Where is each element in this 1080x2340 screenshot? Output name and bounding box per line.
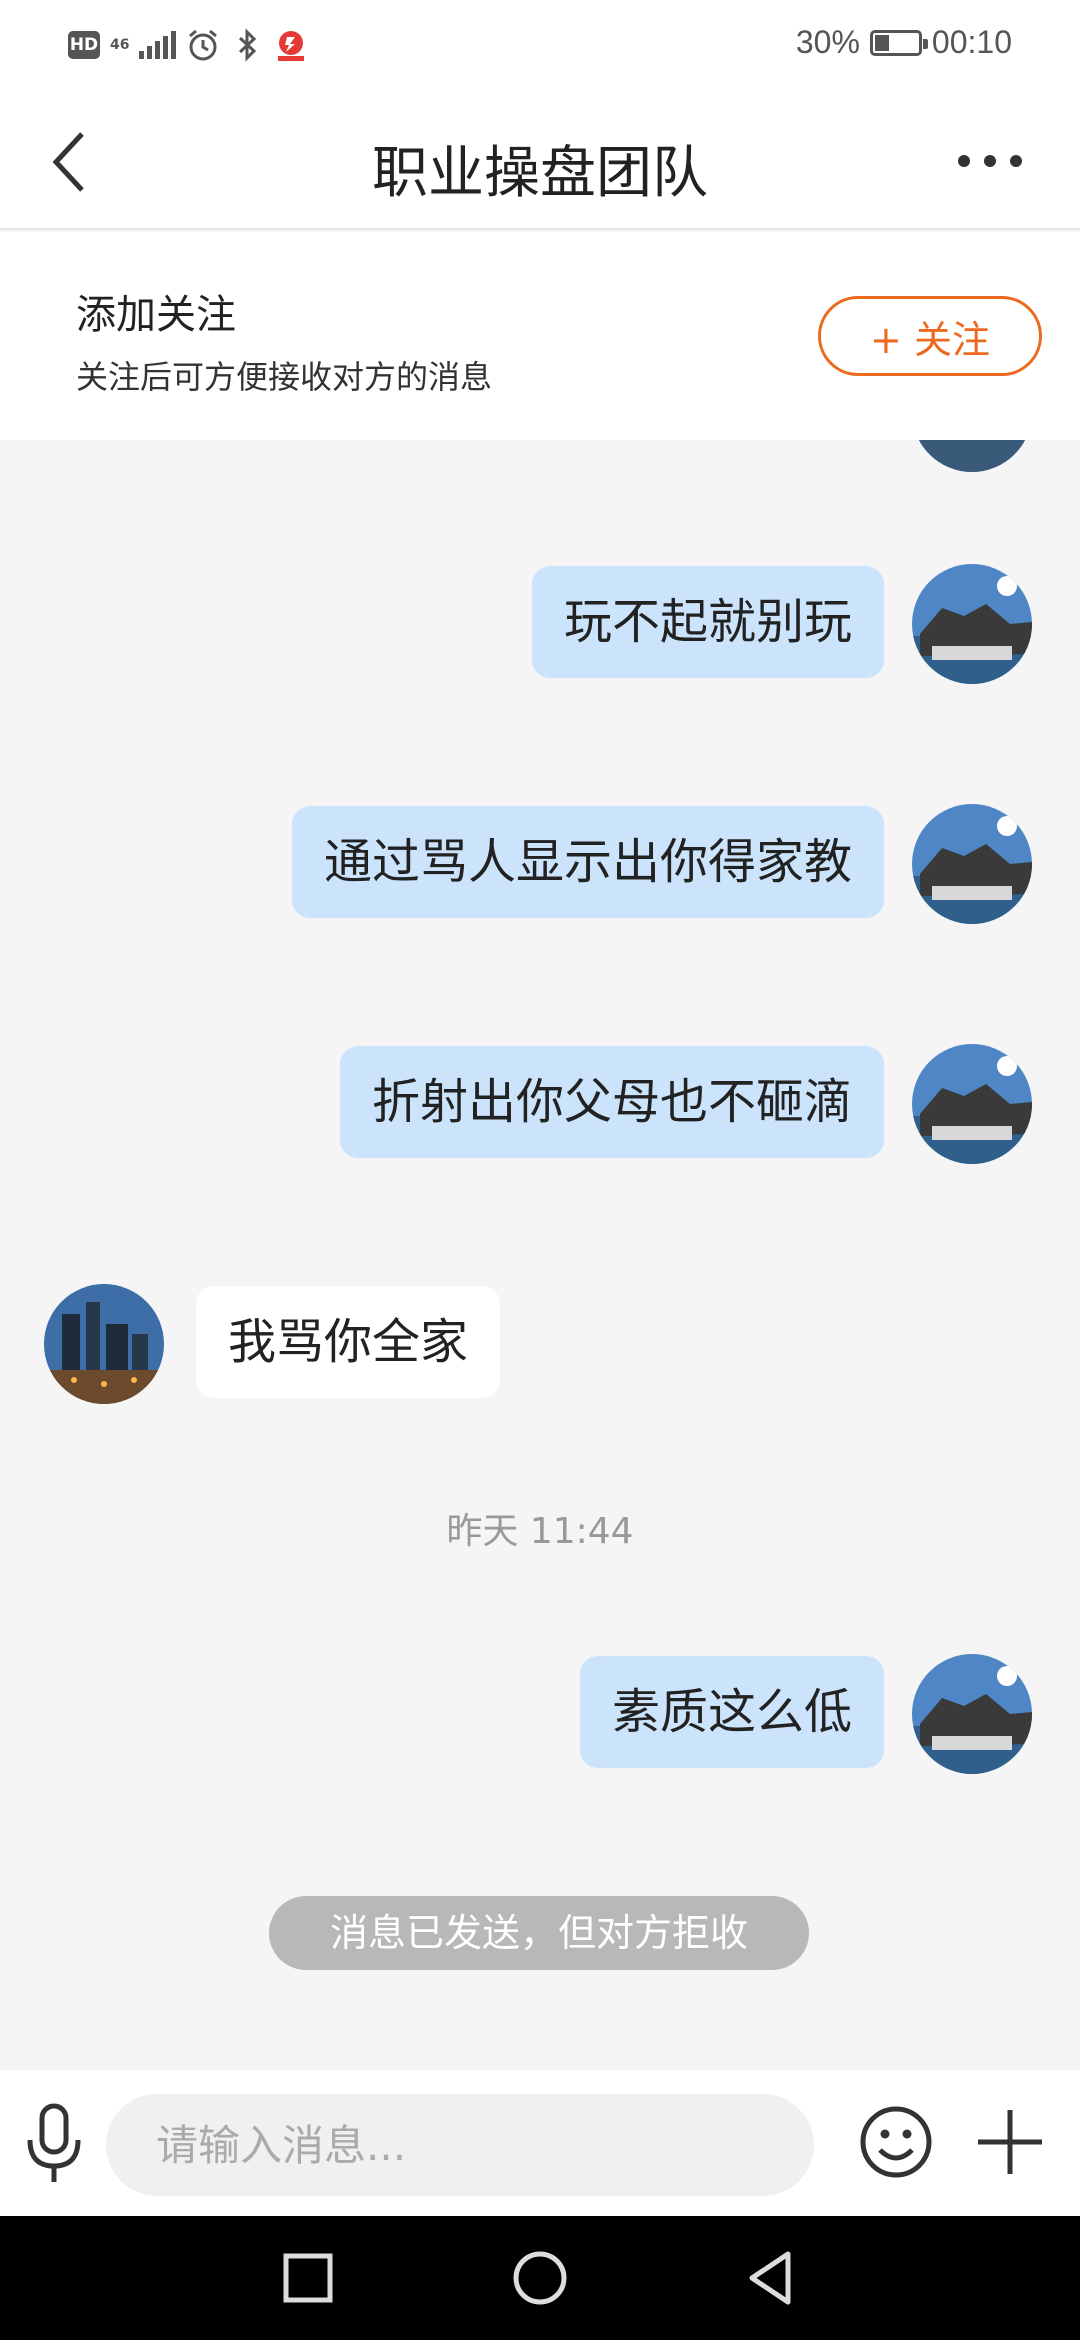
back-triangle-icon[interactable] — [740, 2246, 804, 2310]
contact-avatar[interactable] — [44, 1284, 164, 1404]
emoji-button[interactable] — [858, 2104, 934, 2180]
more-dots-icon — [958, 155, 970, 167]
status-bar-left: HD 46 — [68, 28, 308, 62]
follow-button[interactable]: + 关注 — [818, 296, 1042, 376]
hd-badge: HD — [68, 31, 100, 59]
page-title: 职业操盘团队 — [372, 141, 708, 206]
more-options-button[interactable] — [940, 136, 1040, 186]
message-input[interactable] — [106, 2094, 814, 2196]
battery-icon — [869, 29, 928, 56]
follow-subtitle: 关注后可方便接收对方的消息 — [76, 358, 493, 396]
my-avatar[interactable] — [912, 1654, 1032, 1774]
home-circle-icon[interactable] — [508, 2246, 572, 2310]
battery-percent: 30% — [795, 24, 860, 60]
bluetooth-icon — [239, 28, 257, 62]
system-navigation-bar — [0, 2216, 1080, 2340]
my-avatar[interactable] — [912, 1044, 1032, 1164]
status-bar-right: 30% 00:10 — [796, 24, 1012, 61]
message-bubble-sent[interactable]: 折射出你父母也不砸滴 — [339, 1046, 884, 1158]
status-bar: HD 46 30% 00:10 — [0, 0, 1080, 92]
clock: 00:10 — [931, 24, 1012, 60]
emoji-icon — [860, 2106, 932, 2178]
voice-input-button[interactable] — [22, 2100, 86, 2186]
chat-messages-area[interactable]: 玩不起就别玩 通过骂人显示出你得家教 折射出你父母也不砸滴 我骂你全家 昨天 1… — [0, 440, 1080, 2070]
follow-title: 添加关注 — [76, 292, 236, 338]
message-bubble-sent[interactable]: 玩不起就别玩 — [531, 566, 884, 678]
signal-icon — [139, 31, 177, 59]
rejected-notice: 消息已发送，但对方拒收 — [269, 1896, 809, 1970]
message-bubble-received[interactable]: 我骂你全家 — [196, 1286, 501, 1398]
my-avatar[interactable] — [912, 804, 1032, 924]
follow-banner: 添加关注 关注后可方便接收对方的消息 + 关注 — [0, 232, 1080, 440]
alarm-icon — [189, 29, 218, 61]
app-notification-icon — [278, 31, 305, 61]
message-bubble-sent[interactable]: 通过骂人显示出你得家教 — [291, 806, 884, 918]
message-bubble-sent[interactable]: 素质这么低 — [579, 1656, 884, 1768]
message-timestamp: 昨天 11:44 — [446, 1511, 634, 1552]
network-type-label: 46 — [110, 37, 130, 53]
my-avatar[interactable] — [912, 440, 1032, 472]
my-avatar[interactable] — [912, 564, 1032, 684]
recents-square-icon[interactable] — [276, 2246, 340, 2310]
more-actions-button[interactable] — [972, 2104, 1048, 2180]
microphone-icon — [27, 2103, 81, 2182]
chat-header: 职业操盘团队 — [0, 92, 1080, 230]
plus-icon — [978, 2110, 1042, 2174]
message-input-bar — [0, 2070, 1080, 2216]
